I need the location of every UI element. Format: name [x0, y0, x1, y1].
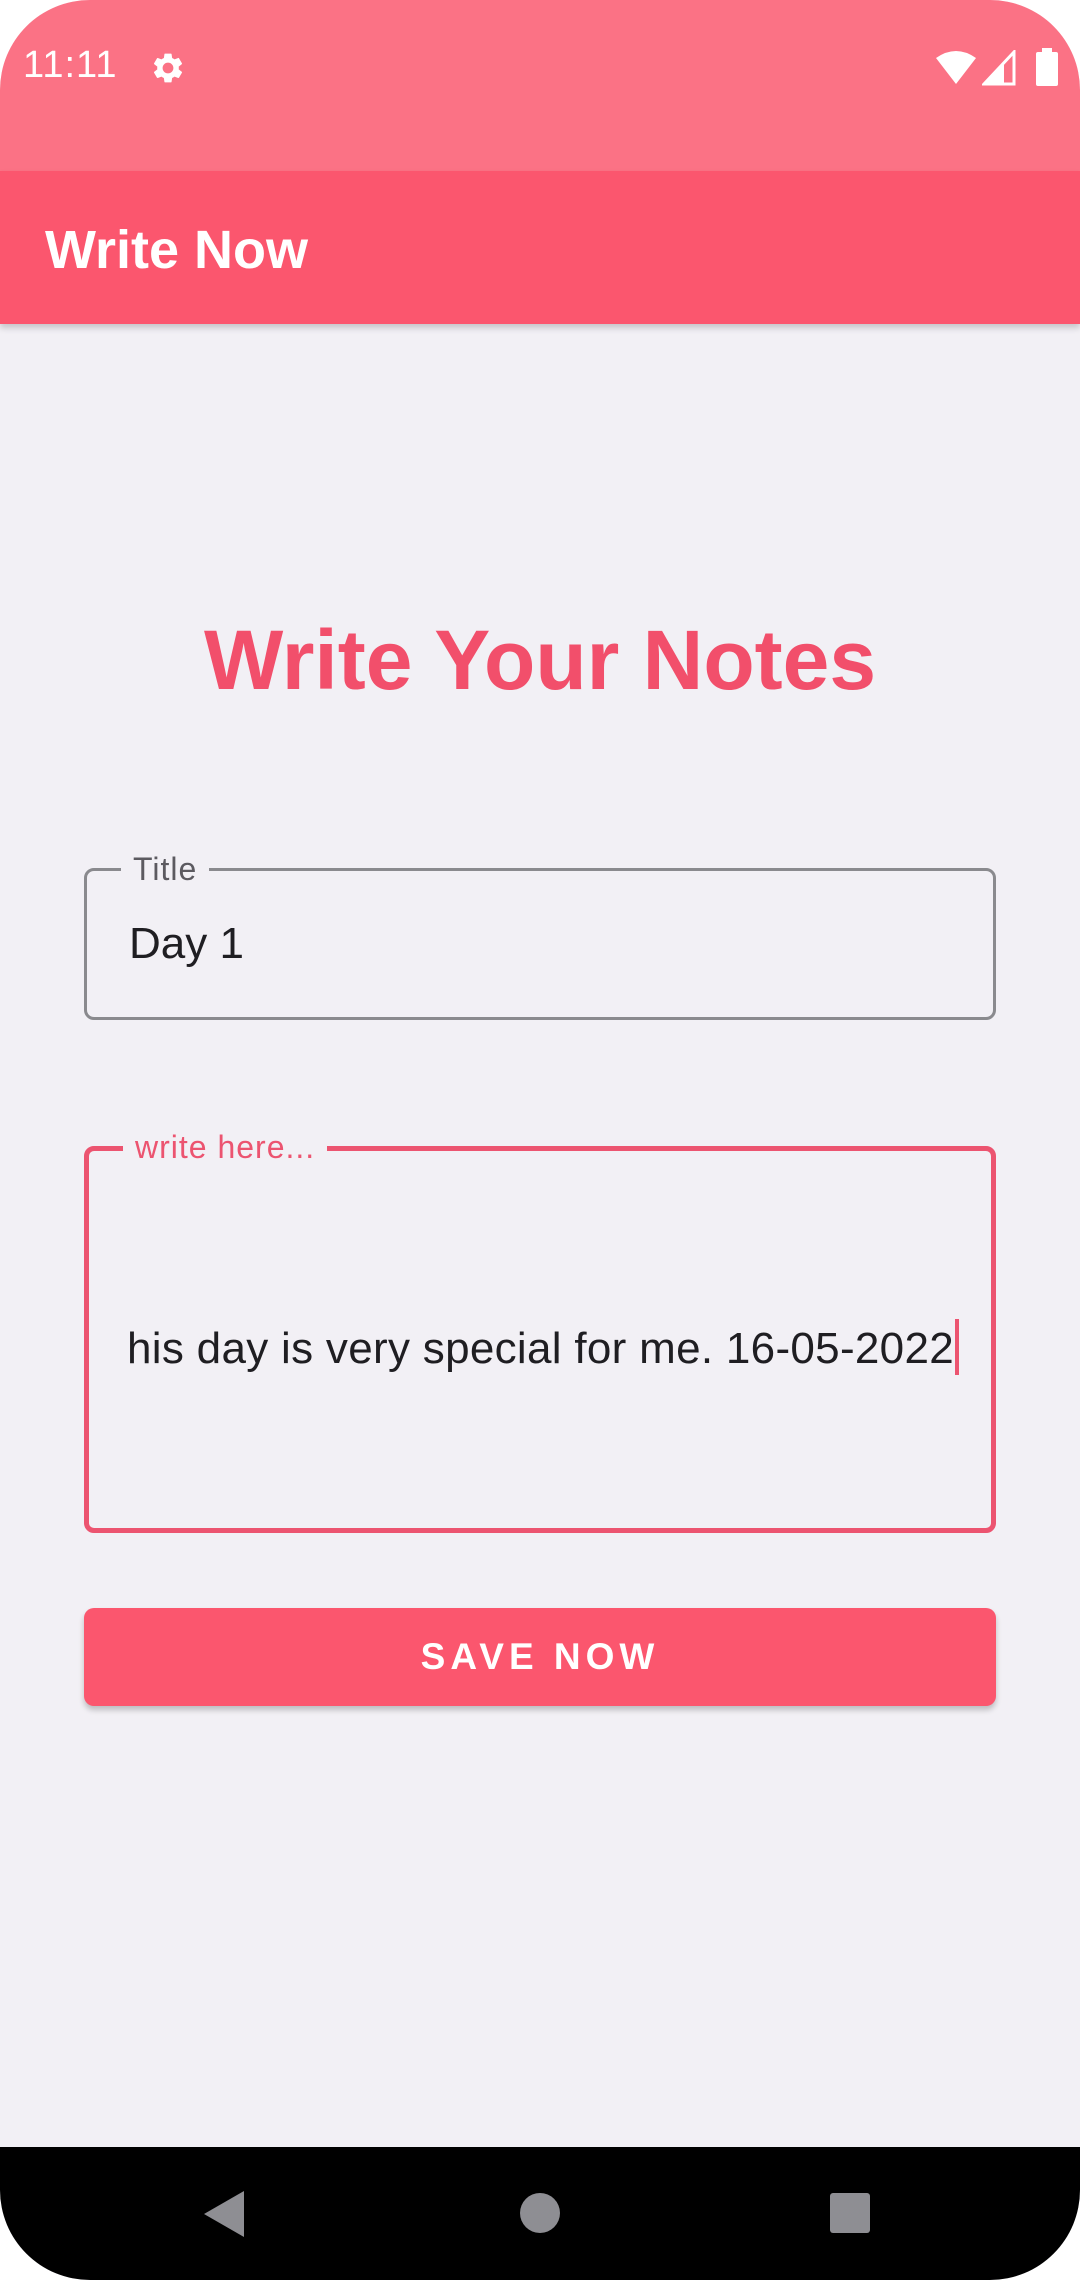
- phone-screen: 11:11 Write Now Write Your Notes Title D…: [0, 0, 1080, 2280]
- notes-field-label: write here...: [123, 1127, 328, 1167]
- notes-input-line[interactable]: his day is very special for me. 16-05-20…: [127, 1319, 959, 1375]
- notes-field[interactable]: write here... his day is very special fo…: [84, 1127, 996, 1533]
- back-icon[interactable]: [204, 2191, 246, 2237]
- home-icon[interactable]: [519, 2192, 561, 2234]
- wifi-icon: [936, 51, 976, 84]
- page-heading: Write Your Notes: [203, 613, 877, 707]
- app-title: Write Now: [45, 220, 309, 280]
- title-input-value[interactable]: Day 1: [129, 919, 244, 969]
- title-field-label: Title: [121, 849, 210, 889]
- text-cursor: [955, 1319, 959, 1375]
- signal-icon: [982, 50, 1016, 86]
- app-bar: Write Now: [0, 171, 1080, 324]
- recents-icon[interactable]: [829, 2192, 871, 2234]
- notes-input-value[interactable]: his day is very special for me. 16-05-20…: [127, 1324, 954, 1373]
- status-bar: 11:11: [0, 0, 1080, 171]
- save-now-button[interactable]: SAVE NOW: [84, 1608, 996, 1706]
- navigation-bar: [0, 2147, 1080, 2280]
- title-field[interactable]: Title Day 1: [84, 849, 996, 1020]
- battery-icon: [1036, 48, 1058, 86]
- status-time: 11:11: [23, 44, 118, 86]
- gear-icon: [153, 53, 183, 83]
